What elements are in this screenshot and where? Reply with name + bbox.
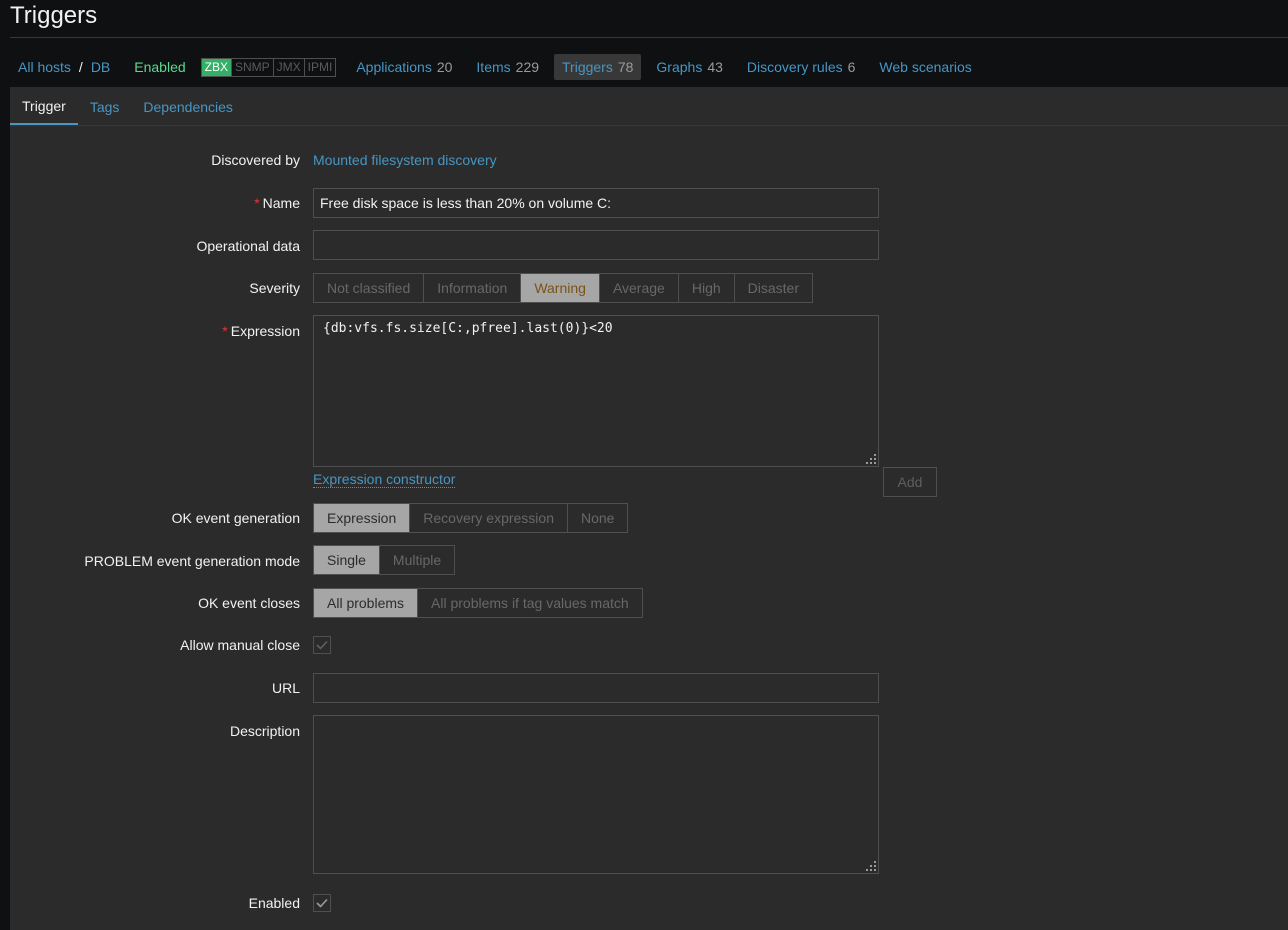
- enabled-row: Enabled: [10, 894, 1288, 912]
- ok-event-generation-selector: Expression Recovery expression None: [313, 503, 629, 533]
- resize-handle-icon[interactable]: [866, 861, 876, 871]
- ipmi-badge: IPMI: [303, 58, 336, 76]
- breadcrumb-separator: /: [78, 59, 83, 75]
- zbx-badge: ZBX: [201, 58, 231, 76]
- enabled-label: Enabled: [248, 895, 300, 911]
- web-scenarios-label: Web scenarios: [879, 59, 972, 75]
- graphs-count: 43: [707, 59, 723, 75]
- description-row: Description: [10, 715, 1288, 874]
- page-title: Triggers: [10, 2, 98, 29]
- host-link[interactable]: DB: [91, 59, 110, 75]
- discovery-rule-link[interactable]: Mounted filesystem discovery: [313, 152, 497, 168]
- severity-information[interactable]: Information: [423, 274, 520, 302]
- resize-handle-icon[interactable]: [866, 454, 876, 464]
- severity-label: Severity: [249, 280, 300, 296]
- problem-mode-multiple[interactable]: Multiple: [378, 546, 454, 574]
- severity-selector: Not classified Information Warning Avera…: [313, 273, 813, 303]
- items-label: Items: [476, 59, 511, 75]
- snmp-badge: SNMP: [231, 58, 273, 76]
- operational-data-label: Operational data: [196, 238, 300, 254]
- ok-closes-tag-match[interactable]: All problems if tag values match: [417, 589, 642, 617]
- checkmark-icon: [316, 898, 328, 908]
- expression-textarea[interactable]: {db:vfs.fs.size[C:,pfree].last(0)}<20: [313, 315, 879, 467]
- description-text: [314, 716, 878, 726]
- add-expression-button[interactable]: Add: [883, 467, 937, 497]
- applications-link[interactable]: Applications 20: [348, 54, 460, 80]
- enabled-checkbox[interactable]: [313, 894, 331, 912]
- expression-row: * Expression {db:vfs.fs.size[C:,pfree].la…: [10, 315, 1288, 497]
- form-tabs: Trigger Tags Dependencies: [10, 87, 1288, 126]
- discovery-rules-label: Discovery rules: [746, 59, 843, 75]
- all-hosts-link[interactable]: All hosts: [18, 59, 71, 75]
- checkmark-icon: [316, 640, 328, 650]
- problem-mode-label: PROBLEM event generation mode: [84, 553, 300, 569]
- triggers-label: Triggers: [562, 59, 613, 75]
- ok-closes-all-problems[interactable]: All problems: [314, 589, 418, 617]
- expression-text: {db:vfs.fs.size[C:,pfree].last(0)}<20: [323, 321, 613, 336]
- description-textarea[interactable]: [313, 715, 879, 874]
- problem-mode-selector: Single Multiple: [313, 545, 456, 575]
- problem-mode-single[interactable]: Single: [314, 546, 379, 574]
- ok-gen-expression[interactable]: Expression: [314, 504, 410, 532]
- applications-count: 20: [436, 59, 453, 75]
- discovered-by-label: Discovered by: [211, 152, 300, 168]
- expression-constructor-link[interactable]: Expression constructor: [313, 471, 456, 488]
- web-scenarios-link[interactable]: Web scenarios: [871, 54, 979, 80]
- ok-event-closes-selector: All problems All problems if tag values …: [313, 588, 643, 618]
- required-star: *: [254, 195, 260, 211]
- host-navigation: All hosts / DB Enabled ZBX SNMP JMX IPMI…: [10, 47, 1288, 87]
- ok-gen-none[interactable]: None: [567, 504, 627, 532]
- applications-label: Applications: [356, 59, 432, 75]
- ok-event-generation-label: OK event generation: [171, 510, 300, 526]
- availability-badges: ZBX SNMP JMX IPMI: [200, 57, 337, 77]
- items-link[interactable]: Items 229: [468, 54, 547, 80]
- triggers-count: 78: [617, 59, 634, 75]
- url-label: URL: [271, 680, 300, 696]
- tab-dependencies[interactable]: Dependencies: [131, 99, 245, 125]
- discovery-rules-link[interactable]: Discovery rules 6: [739, 54, 864, 80]
- severity-disaster[interactable]: Disaster: [733, 274, 812, 302]
- ok-gen-recovery-expression[interactable]: Recovery expression: [409, 504, 567, 532]
- ok-event-closes-label: OK event closes: [198, 595, 300, 611]
- allow-manual-close-label: Allow manual close: [180, 637, 300, 653]
- operational-data-input[interactable]: [313, 230, 879, 260]
- name-input[interactable]: Free disk space is less than 20% on volu…: [313, 188, 879, 218]
- severity-warning[interactable]: Warning: [520, 274, 599, 302]
- graphs-link[interactable]: Graphs 43: [648, 54, 731, 80]
- required-star: *: [222, 323, 228, 339]
- description-label: Description: [229, 723, 300, 739]
- discovery-rules-count: 6: [847, 59, 856, 75]
- url-input[interactable]: [313, 673, 879, 703]
- host-status-enabled[interactable]: Enabled: [134, 59, 185, 75]
- name-label: * Name: [254, 195, 300, 211]
- graphs-label: Graphs: [656, 59, 703, 75]
- allow-manual-close-row: Allow manual close: [10, 636, 1288, 654]
- allow-manual-close-checkbox[interactable]: [313, 636, 331, 654]
- tab-tags[interactable]: Tags: [78, 99, 132, 125]
- severity-high[interactable]: High: [677, 274, 734, 302]
- title-divider: [10, 37, 1288, 38]
- items-count: 229: [515, 59, 540, 75]
- jmx-badge: JMX: [272, 58, 304, 76]
- expression-label: * Expression: [222, 323, 300, 339]
- form-container: Trigger Tags Dependencies Discovered by …: [10, 87, 1288, 930]
- triggers-link[interactable]: Triggers 78: [554, 54, 642, 80]
- severity-not-classified[interactable]: Not classified: [314, 274, 423, 302]
- tab-trigger[interactable]: Trigger: [10, 98, 78, 125]
- severity-average[interactable]: Average: [598, 274, 678, 302]
